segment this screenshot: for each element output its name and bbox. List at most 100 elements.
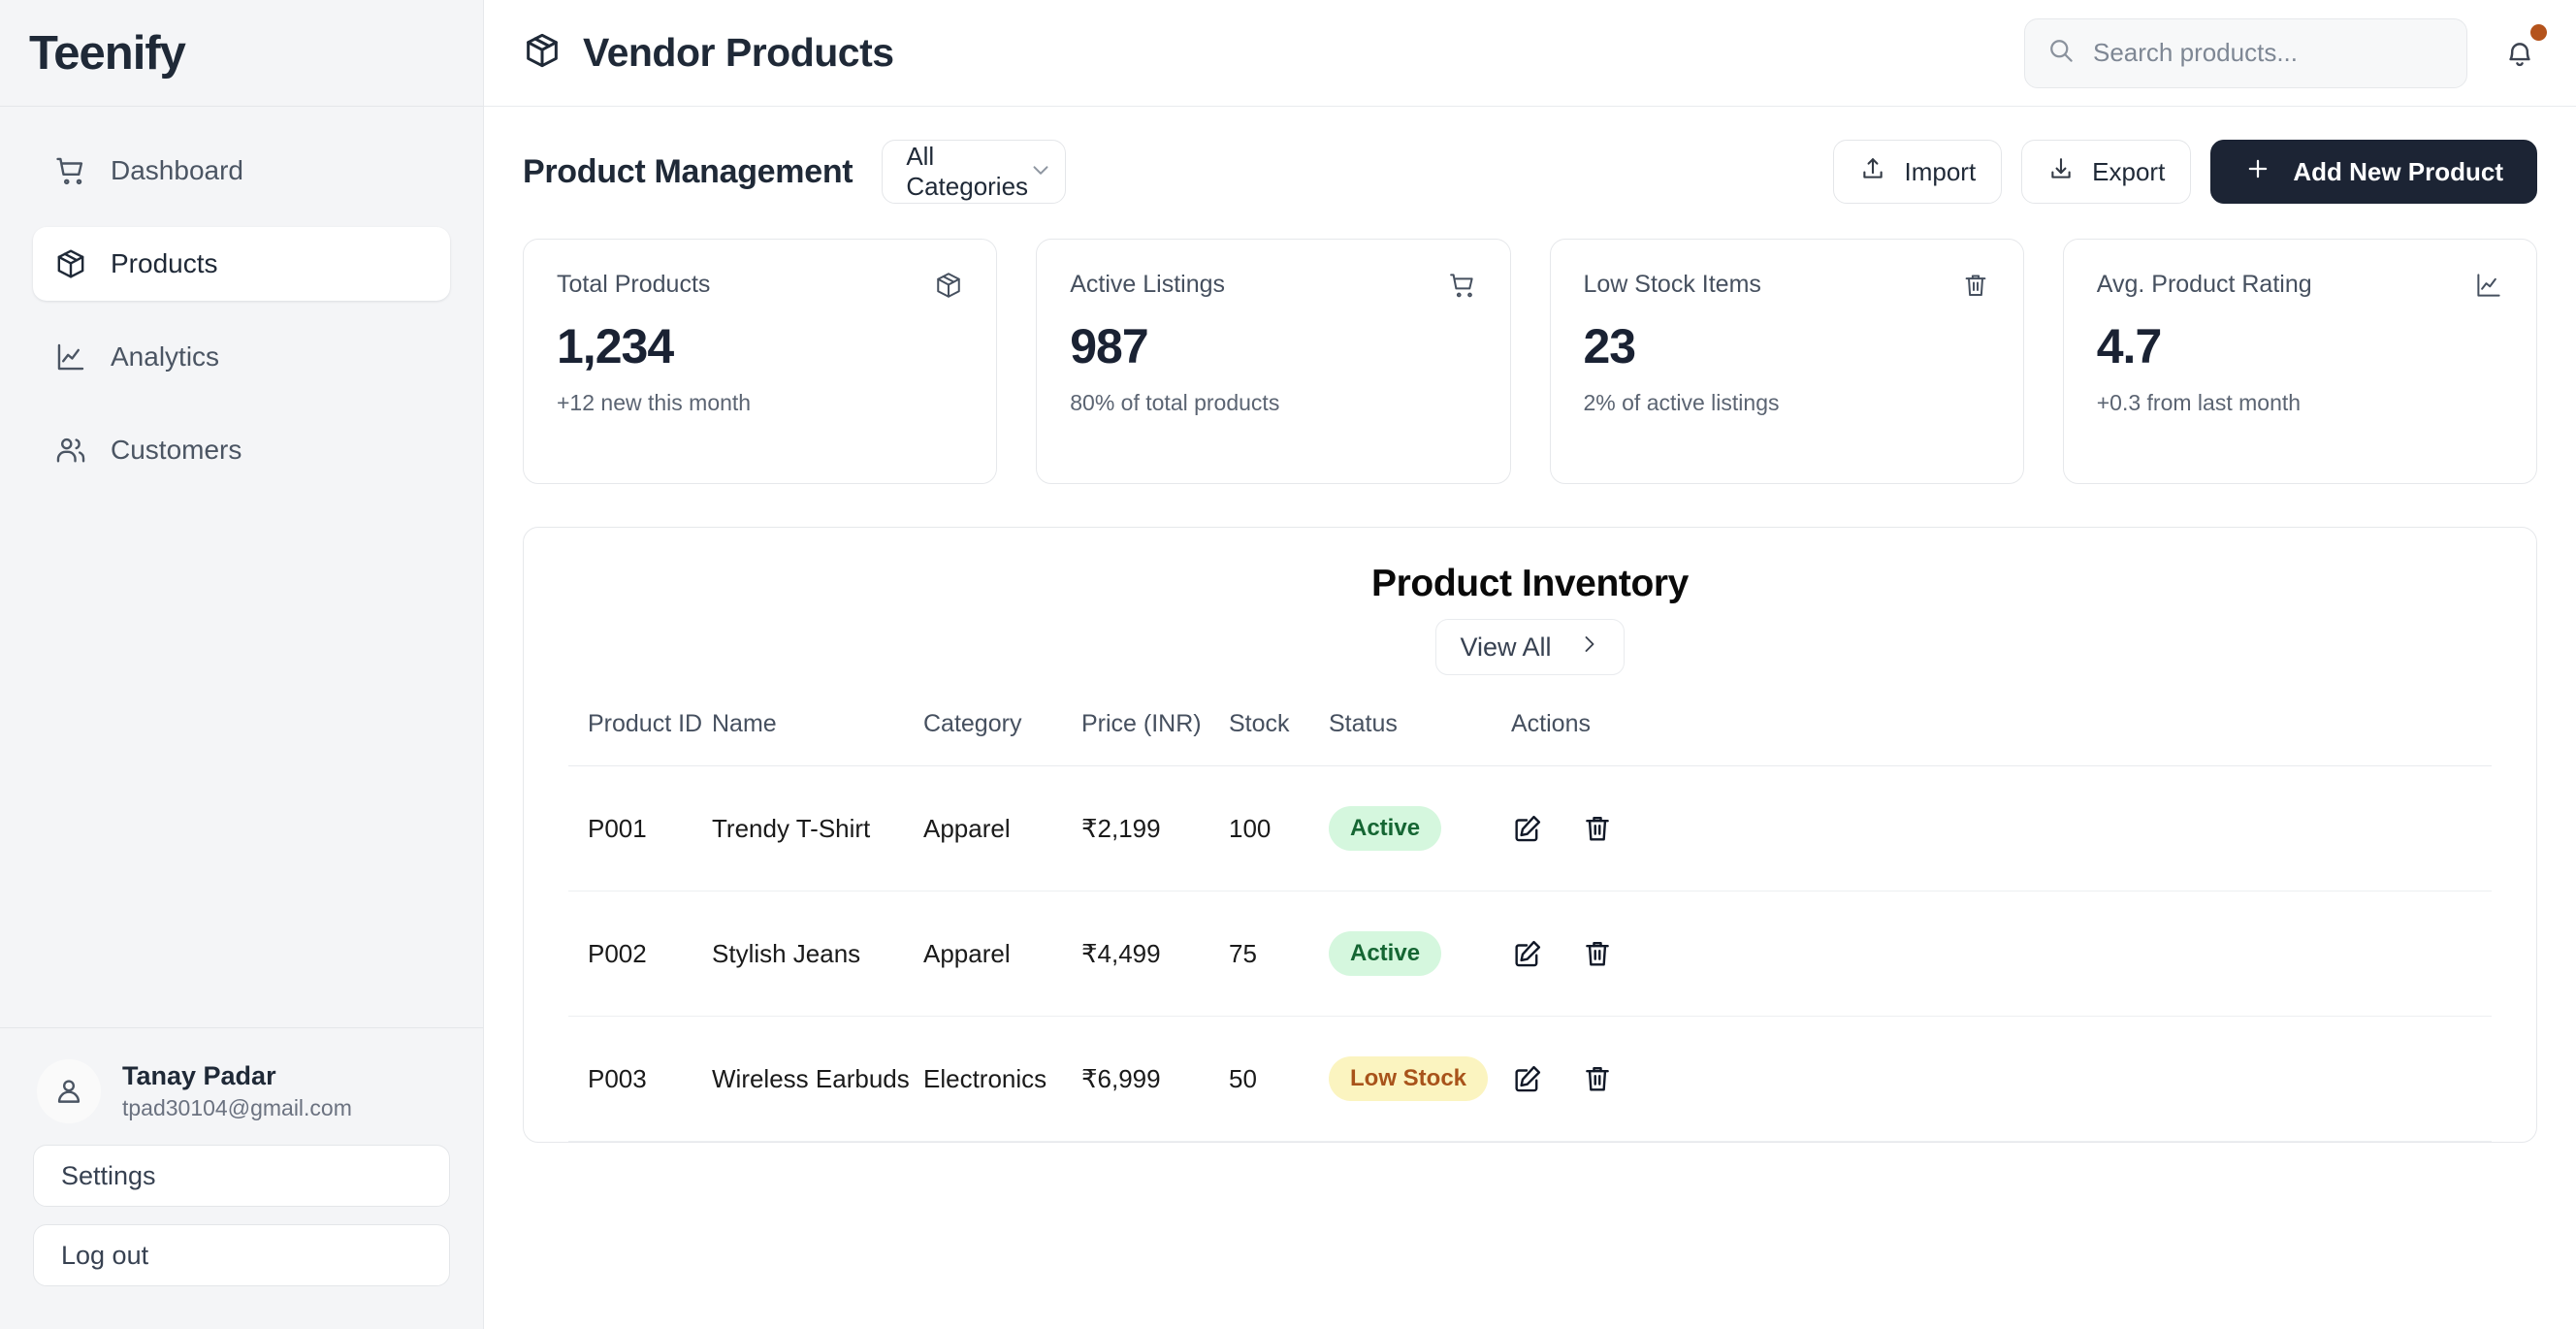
cell-stock: 100 (1229, 765, 1329, 891)
cell-price: ₹4,499 (1081, 891, 1229, 1017)
table-row: P001 Trendy T-Shirt Apparel ₹2,199 100 A… (568, 765, 2492, 891)
cell-name: Trendy T-Shirt (712, 765, 923, 891)
person-icon (57, 1080, 80, 1103)
cart-icon (54, 154, 87, 187)
cell-price: ₹2,199 (1081, 765, 1229, 891)
stat-cards: Total Products 1,234 +12 new this month (523, 239, 2537, 484)
sidebar: Teenify Dashboard Products Analytics Cus… (0, 0, 484, 1329)
sidebar-item-label: Products (111, 248, 218, 278)
main-area: Vendor Products Search products... Produ… (484, 0, 2576, 1329)
column-header-status[interactable]: Status (1329, 710, 1511, 766)
upload-icon (1859, 155, 1886, 189)
cell-actions (1511, 1016, 2492, 1142)
stat-label: Low Stock Items (1583, 271, 1761, 298)
edit-icon[interactable] (1511, 1062, 1544, 1095)
status-badge: Active (1329, 806, 1442, 851)
sidebar-footer: Tanay Padar tpad30104@gmail.com Settings… (0, 1026, 483, 1329)
sidebar-nav: Dashboard Products Analytics Customers (0, 107, 483, 1027)
edit-icon[interactable] (1511, 812, 1544, 845)
trash-icon[interactable] (1581, 937, 1614, 970)
view-all-button[interactable]: View All (1435, 619, 1625, 675)
cell-name: Wireless Earbuds (712, 1016, 923, 1142)
stat-sub: +12 new this month (557, 390, 752, 415)
product-inventory-panel: Product Inventory View All Product ID Na… (523, 527, 2537, 1143)
notification-dot (2530, 23, 2547, 41)
chart-line-icon (2474, 271, 2503, 305)
content: Product Management All Categories Import… (484, 107, 2576, 1329)
export-button[interactable]: Export (2021, 140, 2192, 204)
trash-icon (1961, 271, 1990, 305)
cell-product-id: P001 (568, 765, 712, 891)
top-bar: Vendor Products (484, 0, 2576, 107)
settings-button[interactable]: Settings (33, 1145, 450, 1207)
cell-stock: 75 (1229, 891, 1329, 1017)
cell-category: Apparel (923, 891, 1081, 1017)
cell-status: Active (1329, 891, 1511, 1017)
cell-product-id: P003 (568, 1016, 712, 1142)
package-icon (934, 271, 963, 305)
user-email: tpad30104@gmail.com (122, 1094, 352, 1120)
cell-status: Low Stock (1329, 1016, 1511, 1142)
cell-status: Active (1329, 765, 1511, 891)
plus-icon (2244, 155, 2271, 189)
search-input[interactable] (2093, 38, 2445, 68)
app-root: Teenify Dashboard Products Analytics Cus… (0, 0, 2576, 1329)
chart-line-icon (54, 340, 87, 373)
table-row: P003 Wireless Earbuds Electronics ₹6,999… (568, 1016, 2492, 1142)
column-header-name[interactable]: Name (712, 710, 923, 766)
stat-card-total-products: Total Products 1,234 +12 new this month (523, 239, 998, 484)
stat-sub: 2% of active listings (1583, 390, 1780, 415)
stat-label: Total Products (557, 271, 711, 298)
brand-area: Teenify (0, 0, 483, 107)
product-inventory-table: Product ID Name Category Price (INR) Sto… (568, 710, 2492, 1142)
stat-card-active-listings: Active Listings 987 80% of total product… (1036, 239, 1511, 484)
stat-value: 23 (1583, 319, 1637, 373)
import-label: Import (1904, 156, 1977, 186)
chevron-down-icon (1028, 157, 1053, 187)
sidebar-item-label: Analytics (111, 341, 220, 372)
sidebar-item-customers[interactable]: Customers (33, 413, 450, 487)
add-new-product-button[interactable]: Add New Product (2210, 140, 2537, 204)
column-header-actions: Actions (1511, 710, 2492, 766)
add-new-product-label: Add New Product (2293, 156, 2503, 186)
table-header-row: Product ID Name Category Price (INR) Sto… (568, 710, 2492, 766)
package-icon (54, 247, 87, 280)
notifications-button[interactable] (2500, 23, 2547, 75)
sidebar-item-dashboard[interactable]: Dashboard (33, 134, 450, 208)
user-profile[interactable]: Tanay Padar tpad30104@gmail.com (33, 1050, 450, 1145)
stat-label: Active Listings (1070, 271, 1226, 298)
toolbar: Product Management All Categories Import… (523, 140, 2537, 204)
section-title: Product Management (523, 152, 853, 190)
bell-icon (2500, 42, 2536, 75)
view-all-label: View All (1460, 632, 1552, 662)
user-name: Tanay Padar (122, 1060, 276, 1090)
stat-label: Avg. Product Rating (2096, 271, 2312, 298)
column-header-price[interactable]: Price (INR) (1081, 710, 1229, 766)
column-header-stock[interactable]: Stock (1229, 710, 1329, 766)
edit-icon[interactable] (1511, 937, 1544, 970)
search-box[interactable] (2024, 17, 2467, 88)
cell-category: Apparel (923, 765, 1081, 891)
import-button[interactable]: Import (1833, 140, 2003, 204)
trash-icon[interactable] (1581, 1062, 1614, 1095)
cell-actions (1511, 765, 2492, 891)
logout-button[interactable]: Log out (33, 1224, 450, 1286)
panel-title: Product Inventory (1371, 563, 1689, 604)
column-header-product-id[interactable]: Product ID (568, 710, 712, 766)
cell-actions (1511, 891, 2492, 1017)
cart-icon (1448, 271, 1477, 305)
top-bar-right (2024, 17, 2547, 88)
download-icon (2047, 155, 2075, 189)
column-header-category[interactable]: Category (923, 710, 1081, 766)
sidebar-item-label: Customers (111, 435, 242, 465)
cell-price: ₹6,999 (1081, 1016, 1229, 1142)
cell-stock: 50 (1229, 1016, 1329, 1142)
trash-icon[interactable] (1581, 812, 1614, 845)
cell-category: Electronics (923, 1016, 1081, 1142)
category-filter-select[interactable]: All Categories (882, 140, 1067, 204)
package-icon (523, 31, 562, 75)
sidebar-item-products[interactable]: Products (33, 227, 450, 301)
users-icon (54, 434, 87, 467)
sidebar-item-analytics[interactable]: Analytics (33, 320, 450, 394)
export-label: Export (2092, 156, 2166, 186)
